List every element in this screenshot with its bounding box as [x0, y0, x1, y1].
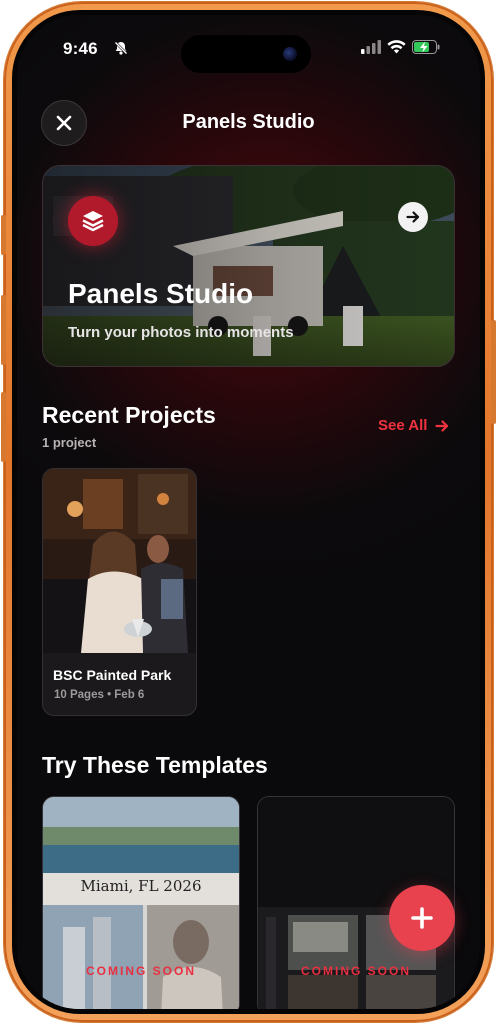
add-project-button[interactable]: [389, 885, 455, 951]
signal-icon: [361, 40, 381, 59]
layers-icon: [68, 196, 118, 246]
hero-subtitle: Turn your photos into moments: [68, 324, 294, 341]
see-all-label: See All: [378, 417, 428, 434]
battery-charging-icon: [412, 40, 440, 59]
volume-up-button: [1, 295, 6, 365]
project-name: BSC Painted Park: [53, 667, 172, 683]
hero-title: Panels Studio: [68, 278, 254, 309]
coming-soon-badge: COMING SOON: [85, 964, 196, 978]
template-card[interactable]: Miami, FL 2026 COMING SOON: [42, 796, 240, 1009]
templates-title: Try These Templates: [42, 752, 268, 778]
coming-soon-badge: COMING SOON: [300, 964, 411, 978]
power-button: [491, 320, 496, 424]
see-all-link[interactable]: See All: [378, 417, 449, 434]
bell-slash-icon: [113, 40, 129, 61]
volume-down-button: [1, 392, 6, 462]
project-thumbnail: [43, 469, 196, 653]
dynamic-island: [181, 35, 311, 73]
app-screen: 9:46 Panels Studio Panels Studio Turn yo…: [17, 15, 480, 1009]
camera-icon: [283, 47, 297, 61]
status-icons: [361, 40, 440, 59]
project-count: 1 project: [42, 435, 97, 450]
arrow-right-icon: [406, 211, 420, 223]
template-caption: Miami, FL 2026: [80, 877, 202, 895]
hero-arrow-button[interactable]: [398, 202, 428, 232]
arrow-right-icon: [435, 419, 449, 432]
project-meta: 10 Pages • Feb 6: [54, 689, 145, 701]
wifi-icon: [387, 40, 406, 59]
action-button: [1, 215, 6, 255]
recent-projects-title: Recent Projects: [42, 402, 216, 428]
hero-card[interactable]: Panels Studio Turn your photos into mome…: [42, 165, 455, 367]
plus-icon: [411, 907, 433, 929]
status-time: 9:46: [63, 39, 98, 58]
page-title: Panels Studio: [182, 111, 315, 133]
